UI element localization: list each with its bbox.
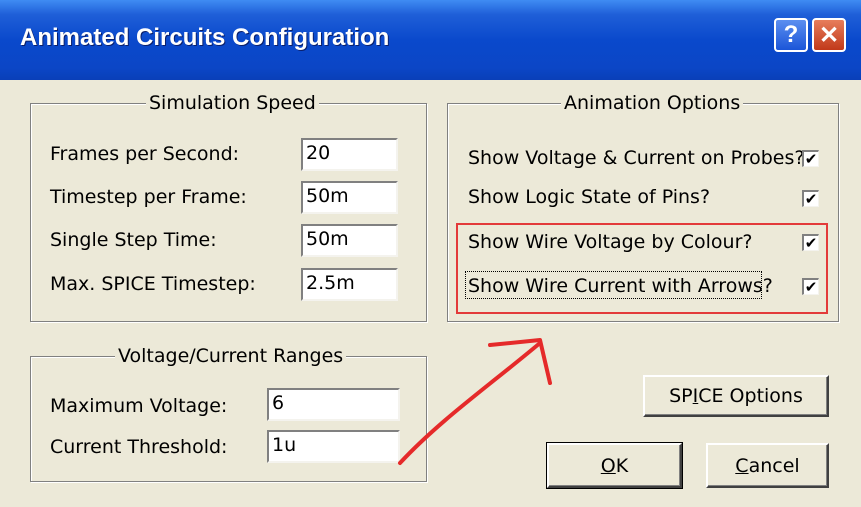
- cancel-label: Cancel: [735, 454, 800, 477]
- timestep-per-frame-input[interactable]: 50m: [301, 181, 398, 214]
- max-spice-timestep-input[interactable]: 2.5m: [301, 268, 398, 301]
- timestep-per-frame-label: Timestep per Frame:: [50, 186, 247, 208]
- single-step-time-input[interactable]: 50m: [301, 224, 398, 257]
- option-probes-checkbox[interactable]: ✔: [802, 150, 819, 167]
- maximum-voltage-input[interactable]: 6: [267, 388, 400, 421]
- cancel-button[interactable]: Cancel: [706, 443, 829, 488]
- ranges-legend: Voltage/Current Ranges: [115, 345, 347, 367]
- current-threshold-input[interactable]: 1u: [267, 430, 400, 463]
- frames-per-second-input[interactable]: 20: [301, 138, 398, 171]
- spice-options-label: SPICE Options: [669, 385, 803, 407]
- close-icon: ✕: [818, 21, 840, 49]
- option-logic-state-label[interactable]: Show Logic State of Pins?: [468, 185, 710, 209]
- window-title: Animated Circuits Configuration: [20, 24, 390, 51]
- single-step-time-label: Single Step Time:: [50, 229, 217, 251]
- animation-options-legend: Animation Options: [561, 92, 744, 114]
- current-threshold-label: Current Threshold:: [50, 436, 228, 458]
- help-button[interactable]: ?: [774, 18, 808, 52]
- simulation-speed-legend: Simulation Speed: [146, 92, 319, 114]
- frames-per-second-label: Frames per Second:: [50, 143, 240, 165]
- ok-label: OK: [600, 454, 629, 477]
- help-icon: ?: [783, 21, 799, 48]
- maximum-voltage-label: Maximum Voltage:: [50, 395, 228, 417]
- option-probes-label[interactable]: Show Voltage & Current on Probes?: [468, 146, 804, 170]
- close-button[interactable]: ✕: [812, 18, 846, 52]
- title-bar[interactable]: Animated Circuits Configuration ? ✕: [0, 0, 861, 80]
- spice-options-button[interactable]: SPICE Options: [643, 375, 829, 417]
- annotation-highlight-box: [456, 223, 828, 314]
- dialog-body: Simulation Speed Frames per Second: 20 T…: [0, 80, 861, 507]
- ok-button[interactable]: OK: [546, 442, 683, 489]
- max-spice-timestep-label: Max. SPICE Timestep:: [50, 273, 256, 295]
- option-logic-state-checkbox[interactable]: ✔: [802, 190, 819, 207]
